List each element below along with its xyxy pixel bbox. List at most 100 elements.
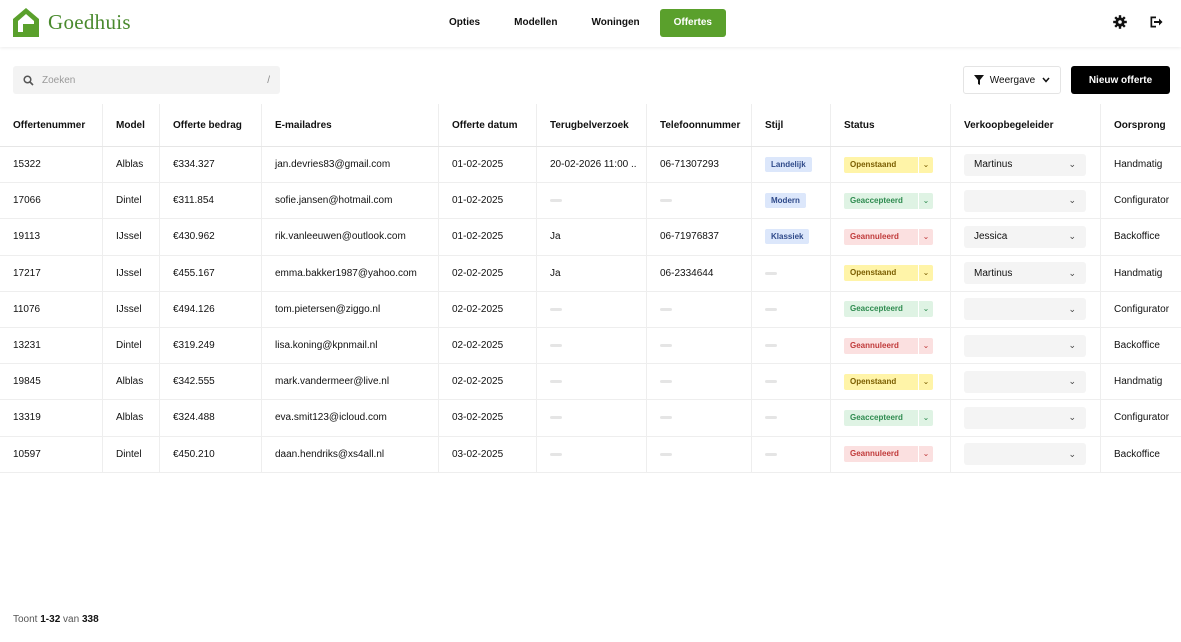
sales-rep-select[interactable]: ⌄ bbox=[964, 406, 1086, 429]
empty-dash bbox=[765, 416, 777, 420]
status-dropdown[interactable]: Openstaand ⌄ bbox=[844, 265, 933, 282]
sales-rep-select[interactable]: ⌄ bbox=[964, 370, 1086, 393]
table-row[interactable]: 15322 Alblas €334.327 jan.devries83@gmail.c… bbox=[0, 147, 1181, 184]
cell-model: IJssel bbox=[103, 255, 160, 291]
sales-rep-select[interactable]: Martinus ⌄ bbox=[964, 262, 1086, 285]
empty-dash bbox=[765, 271, 777, 275]
empty-dash bbox=[660, 307, 672, 311]
column-header-datum[interactable]: Offerte datum bbox=[439, 104, 537, 146]
chevron-down-icon[interactable]: ⌄ bbox=[919, 337, 933, 354]
status-dropdown[interactable]: Openstaand ⌄ bbox=[844, 156, 933, 173]
cell-datum: 03-02-2025 bbox=[439, 436, 537, 472]
search-input[interactable]: Zoeken / bbox=[13, 66, 280, 94]
table-row[interactable]: 13231 Dintel €319.249 lisa.koning@kpnmail.n… bbox=[0, 327, 1181, 365]
cell-terugbelverzoek bbox=[537, 400, 647, 436]
cell-oorsprong: Configurator bbox=[1114, 412, 1170, 424]
chevron-down-icon: ⌄ bbox=[1068, 303, 1076, 314]
gear-icon[interactable] bbox=[1112, 14, 1128, 30]
cell-verkoopbegeleider: Martinus ⌄ bbox=[951, 255, 1101, 291]
column-header-model[interactable]: Model bbox=[103, 104, 160, 146]
column-header-terugbelverzoek[interactable]: Terugbelverzoek bbox=[537, 104, 647, 146]
nav-item-woningen[interactable]: Woningen bbox=[577, 9, 653, 37]
status-dropdown[interactable]: Geaccepteerd ⌄ bbox=[844, 301, 933, 318]
column-header-offertenummer[interactable]: Offertenummer bbox=[0, 104, 103, 146]
table-row[interactable]: 13319 Alblas €324.488 eva.smit123@icloud.co… bbox=[0, 400, 1181, 437]
chevron-down-icon[interactable]: ⌄ bbox=[919, 192, 933, 209]
empty-dash bbox=[550, 380, 562, 384]
nav-item-modellen[interactable]: Modellen bbox=[500, 9, 571, 37]
cell-status: Geaccepteerd ⌄ bbox=[831, 400, 951, 436]
cell-status: Geannuleerd ⌄ bbox=[831, 219, 951, 255]
status-dropdown[interactable]: Geaccepteerd ⌄ bbox=[844, 409, 933, 426]
cell-stijl bbox=[752, 291, 831, 327]
cell-email: sofie.jansen@hotmail.com bbox=[262, 183, 439, 219]
chevron-down-icon[interactable]: ⌄ bbox=[919, 228, 933, 245]
status-dropdown[interactable]: Geaccepteerd ⌄ bbox=[844, 192, 933, 209]
empty-dash bbox=[550, 452, 562, 456]
brand-logo[interactable]: Goedhuis bbox=[12, 6, 131, 38]
table-row[interactable]: 17066 Dintel €311.854 sofie.jansen@hotmail.… bbox=[0, 183, 1181, 220]
status-badge: Geannuleerd bbox=[844, 337, 918, 354]
cell-bedrag: €334.327 bbox=[160, 147, 262, 183]
cell-stijl bbox=[752, 255, 831, 291]
cell-terugbelverzoek bbox=[537, 291, 647, 327]
quotes-table: Offertenummer Model Offerte bedrag E-mailad… bbox=[0, 104, 1181, 473]
status-dropdown[interactable]: Geannuleerd ⌄ bbox=[844, 446, 933, 463]
status-dropdown[interactable]: Geannuleerd ⌄ bbox=[844, 228, 933, 245]
table-row[interactable]: 19113 IJssel €430.962 rik.vanleeuwen@outloo… bbox=[0, 219, 1181, 256]
sales-rep-select[interactable]: ⌄ bbox=[964, 189, 1086, 212]
view-button[interactable]: Weergave bbox=[963, 66, 1061, 94]
sales-rep-value: Martinus bbox=[974, 267, 1013, 279]
sales-rep-select[interactable]: Martinus ⌄ bbox=[964, 153, 1086, 176]
cell-stijl: Landelijk bbox=[752, 147, 831, 183]
cell-stijl: Klassiek bbox=[752, 219, 831, 255]
column-header-status[interactable]: Status bbox=[831, 104, 951, 146]
chevron-down-icon[interactable]: ⌄ bbox=[919, 301, 933, 318]
cell-model: Alblas bbox=[103, 364, 160, 400]
cell-model: Dintel bbox=[103, 327, 160, 364]
status-dropdown[interactable]: Openstaand ⌄ bbox=[844, 373, 933, 390]
nav-item-opties[interactable]: Opties bbox=[435, 9, 494, 37]
cell-verkoopbegeleider: ⌄ bbox=[951, 183, 1101, 219]
cell-telefoon bbox=[647, 436, 752, 472]
empty-dash bbox=[765, 307, 777, 311]
new-quote-button[interactable]: Nieuw offerte bbox=[1071, 66, 1170, 94]
sales-rep-select[interactable]: ⌄ bbox=[964, 443, 1086, 466]
cell-model: Dintel bbox=[103, 436, 160, 472]
status-dropdown[interactable]: Geannuleerd ⌄ bbox=[844, 337, 933, 354]
cell-offertenummer: 19113 bbox=[0, 219, 103, 255]
nav-item-offertes[interactable]: Offertes bbox=[659, 9, 726, 37]
column-header-bedrag[interactable]: Offerte bedrag bbox=[160, 104, 262, 146]
empty-dash bbox=[660, 344, 672, 348]
sales-rep-value: Martinus bbox=[974, 159, 1013, 171]
filter-icon bbox=[973, 75, 984, 85]
chevron-down-icon[interactable]: ⌄ bbox=[919, 409, 933, 426]
column-header-telefoon[interactable]: Telefoonnummer bbox=[647, 104, 752, 146]
cell-email: eva.smit123@icloud.com bbox=[262, 400, 439, 436]
column-header-verkoopbegeleider[interactable]: Verkoopbegeleider bbox=[951, 104, 1101, 146]
cell-offertenummer: 17066 bbox=[0, 183, 103, 219]
column-header-email[interactable]: E-mailadres bbox=[262, 104, 439, 146]
table-row[interactable]: 10597 Dintel €450.210 daan.hendriks@xs4all.… bbox=[0, 436, 1181, 473]
table-row[interactable]: 17217 IJssel €455.167 emma.bakker1987@yahoo… bbox=[0, 255, 1181, 292]
cell-offertenummer: 17217 bbox=[0, 255, 103, 291]
chevron-down-icon[interactable]: ⌄ bbox=[919, 373, 933, 390]
cell-model: IJssel bbox=[103, 291, 160, 327]
status-badge: Openstaand bbox=[844, 156, 918, 173]
chevron-down-icon[interactable]: ⌄ bbox=[919, 265, 933, 282]
column-header-oorsprong[interactable]: Oorsprong bbox=[1101, 104, 1181, 146]
chevron-down-icon: ⌄ bbox=[1068, 267, 1076, 278]
cell-email: tom.pietersen@ziggo.nl bbox=[262, 291, 439, 327]
sales-rep-select[interactable]: Jessica ⌄ bbox=[964, 225, 1086, 248]
sales-rep-select[interactable]: ⌄ bbox=[964, 298, 1086, 321]
table-row[interactable]: 19845 Alblas €342.555 mark.vandermeer@live.… bbox=[0, 364, 1181, 401]
sales-rep-select[interactable]: ⌄ bbox=[964, 334, 1086, 357]
table-row[interactable]: 11076 IJssel €494.126 tom.pietersen@ziggo.n… bbox=[0, 291, 1181, 328]
column-header-stijl[interactable]: Stijl bbox=[752, 104, 831, 146]
chevron-down-icon[interactable]: ⌄ bbox=[919, 156, 933, 173]
search-placeholder: Zoeken bbox=[42, 74, 76, 86]
chevron-down-icon[interactable]: ⌄ bbox=[919, 446, 933, 463]
logout-icon[interactable] bbox=[1148, 14, 1164, 30]
cell-model: Alblas bbox=[103, 400, 160, 436]
cell-oorsprong: Backoffice bbox=[1114, 340, 1160, 352]
